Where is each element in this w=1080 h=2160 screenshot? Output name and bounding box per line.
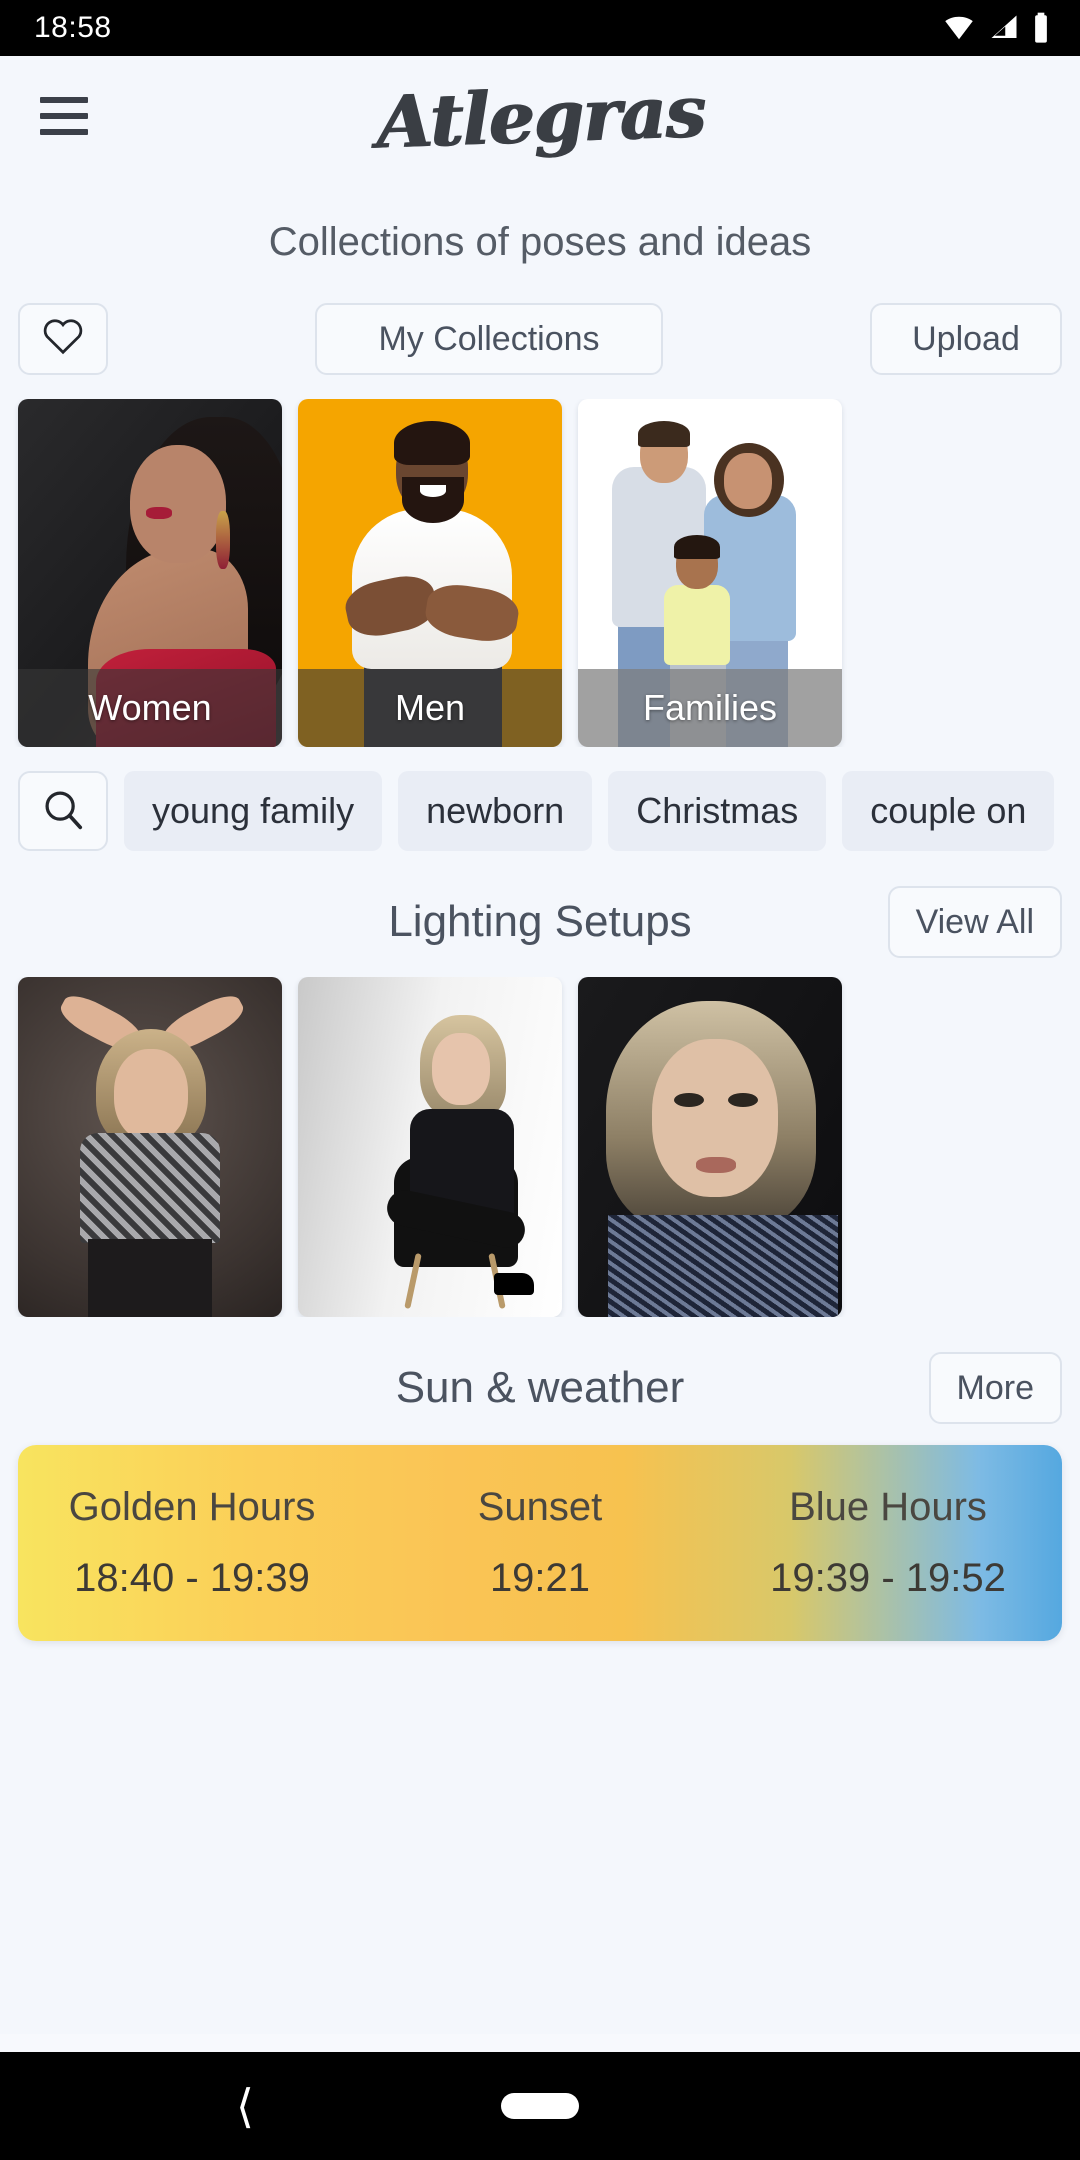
back-chevron-icon[interactable]: ⟨: [236, 2083, 254, 2129]
status-bar-clock: 18:58: [34, 11, 112, 44]
sun-column-sunset: Sunset 19:21: [366, 1445, 714, 1641]
section-title-sun: Sun & weather: [395, 1363, 685, 1412]
lighting-card[interactable]: [578, 977, 842, 1317]
photo-shape: [402, 477, 464, 523]
photo-shape: [420, 485, 446, 497]
app-logo: Atlegras: [374, 67, 706, 165]
photo-shape: [728, 1093, 758, 1107]
sun-column-golden-hours: Golden Hours 18:40 - 19:39: [18, 1445, 366, 1641]
photo-shape: [88, 1239, 212, 1317]
photo-shape: [130, 445, 226, 563]
tag-chip[interactable]: couple on: [842, 771, 1055, 851]
page-subtitle: Collections of poses and ideas: [268, 220, 812, 264]
category-card-men[interactable]: Men: [298, 399, 562, 747]
lighting-card[interactable]: [18, 977, 282, 1317]
action-button-row: My Collections Upload: [0, 303, 1080, 375]
lighting-photo: [298, 977, 562, 1317]
photo-shape: [652, 1039, 778, 1197]
photo-shape: [494, 1273, 534, 1295]
sun-column-value: 19:39 - 19:52: [770, 1556, 1006, 1600]
lighting-photo: [18, 977, 282, 1317]
section-title-lighting: Lighting Setups: [388, 897, 692, 946]
battery-icon: [1032, 12, 1050, 44]
category-card-label: Men: [298, 669, 562, 747]
cellular-signal-icon: [988, 13, 1020, 43]
sun-column-label: Blue Hours: [789, 1485, 987, 1529]
app-root: 18:58 Atlegras Collections of poses and …: [0, 0, 1080, 2160]
lighting-card[interactable]: [298, 977, 562, 1317]
sun-column-label: Golden Hours: [68, 1485, 316, 1529]
status-bar: 18:58: [0, 0, 1080, 56]
sun-column-blue-hours: Blue Hours 19:39 - 19:52: [714, 1445, 1062, 1641]
upload-button[interactable]: Upload: [870, 303, 1062, 375]
photo-shape: [114, 1049, 188, 1141]
view-all-button[interactable]: View All: [887, 886, 1062, 958]
tag-chip[interactable]: Christmas: [608, 771, 827, 851]
category-card-label: Families: [578, 669, 842, 747]
tag-chip[interactable]: newborn: [398, 771, 593, 851]
status-bar-icons: [942, 12, 1050, 44]
photo-shape: [664, 585, 730, 665]
category-card-women[interactable]: Women: [18, 399, 282, 747]
photo-shape: [696, 1157, 736, 1173]
more-button[interactable]: More: [928, 1352, 1062, 1424]
sun-column-value: 19:21: [489, 1556, 591, 1600]
android-nav-bar: ⟨: [0, 2052, 1080, 2160]
photo-shape: [216, 511, 230, 569]
lighting-photo: [578, 977, 842, 1317]
lighting-section-header: Lighting Setups View All: [0, 879, 1080, 965]
photo-shape: [394, 421, 470, 465]
wifi-icon: [942, 13, 976, 43]
photo-shape: [638, 421, 690, 447]
sun-column-value: 18:40 - 19:39: [74, 1556, 310, 1600]
sun-section-header: Sun & weather More: [0, 1345, 1080, 1431]
photo-shape: [674, 535, 720, 559]
home-pill-icon[interactable]: [501, 2093, 579, 2119]
photo-shape: [146, 507, 172, 519]
photo-shape: [80, 1133, 220, 1243]
my-collections-button[interactable]: My Collections: [315, 303, 663, 375]
photo-shape: [674, 1093, 704, 1107]
tag-chip[interactable]: young family: [124, 771, 383, 851]
app-header: Atlegras: [0, 56, 1080, 176]
category-card-families[interactable]: Families: [578, 399, 842, 747]
tag-filter-row[interactable]: young family newborn Christmas couple on: [0, 771, 1080, 851]
category-card-label: Women: [18, 669, 282, 747]
photo-shape: [432, 1033, 490, 1105]
search-button[interactable]: [18, 771, 108, 851]
lighting-card-strip[interactable]: [0, 977, 1080, 1317]
photo-shape: [724, 453, 772, 509]
category-card-strip[interactable]: Women Men Families: [0, 399, 1080, 747]
heart-outline-icon: [41, 315, 85, 364]
sun-weather-panel[interactable]: Golden Hours 18:40 - 19:39 Sunset 19:21 …: [18, 1445, 1062, 1641]
photo-shape: [608, 1215, 838, 1317]
bottom-spacer: [0, 2034, 1080, 2052]
sun-column-label: Sunset: [477, 1485, 603, 1529]
search-icon: [40, 786, 86, 837]
favorites-button[interactable]: [18, 303, 108, 375]
